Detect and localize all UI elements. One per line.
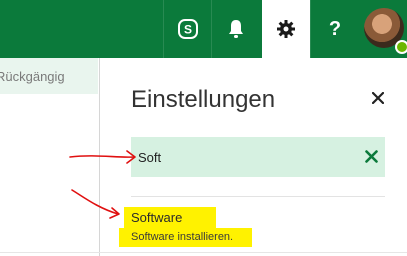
panel-title: Einstellungen — [131, 86, 276, 113]
presence-status-icon — [395, 40, 407, 54]
clear-search-button[interactable] — [363, 148, 379, 164]
notifications-button[interactable] — [211, 0, 260, 58]
bell-icon — [229, 20, 243, 38]
settings-search-input[interactable] — [131, 145, 348, 169]
undo-button[interactable]: Rückgängig — [0, 58, 98, 94]
close-icon — [364, 149, 378, 163]
help-button[interactable]: ? — [310, 0, 359, 58]
skype-icon: S — [178, 19, 198, 39]
close-panel-button[interactable] — [370, 90, 386, 106]
divider — [131, 196, 385, 197]
top-bar: S ? — [0, 0, 407, 58]
help-label: ? — [328, 17, 342, 40]
result-description: Software installieren. — [131, 231, 234, 243]
gear-icon — [277, 20, 295, 38]
divider — [0, 252, 407, 253]
undo-label: Rückgängig — [0, 68, 65, 84]
close-icon — [372, 92, 384, 104]
settings-button[interactable] — [262, 0, 310, 58]
svg-text:S: S — [184, 23, 192, 37]
settings-search-box — [131, 137, 385, 177]
skype-button[interactable]: S — [163, 0, 212, 58]
result-title: Software — [131, 210, 183, 225]
